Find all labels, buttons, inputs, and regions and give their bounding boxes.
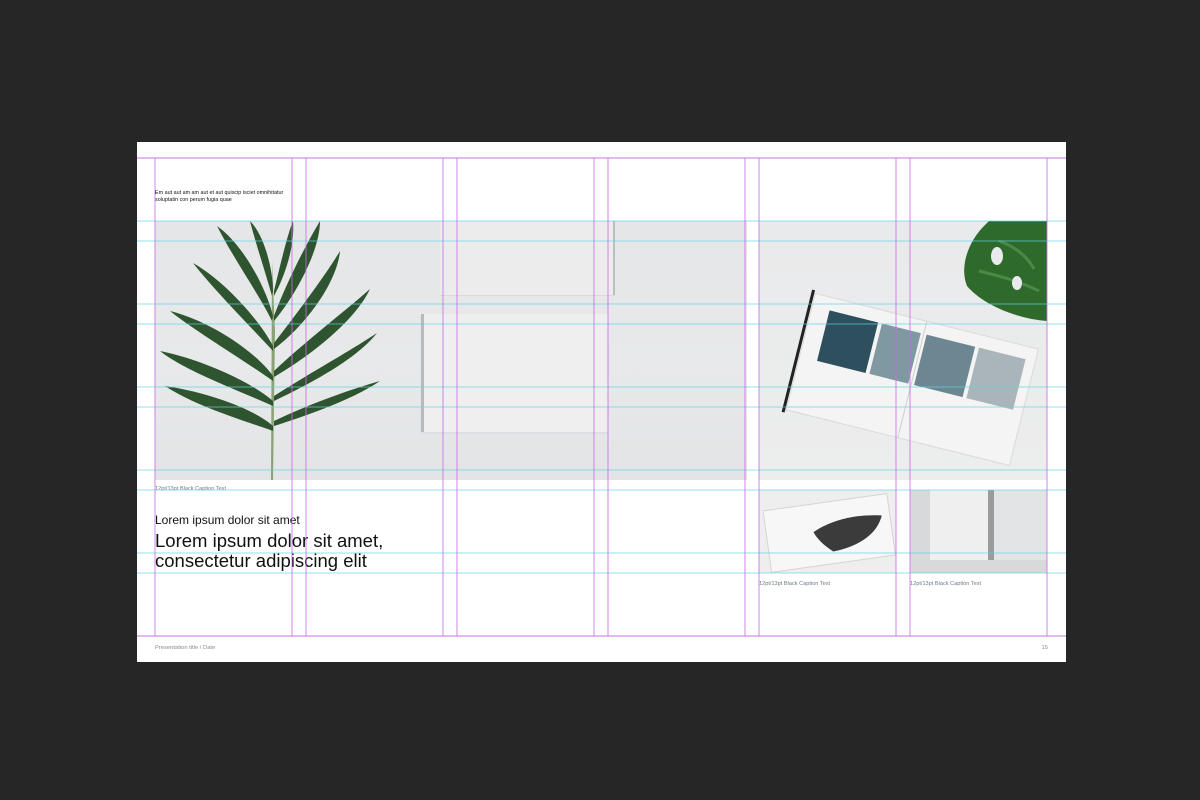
heading: Lorem ipsum dolor sit amet, consectetur … [155,530,384,571]
page-number: 15 [1041,645,1048,651]
right-photo [759,221,1047,480]
main-caption: 12pt/13pt Black Caption Text [155,486,227,492]
thumbnail-magazine [759,490,896,573]
monstera-leaf [964,221,1047,321]
thumb-caption-a: 12pt/13pt Black Caption Text [759,581,831,587]
thumbnail-booklet [910,490,1047,573]
subheading: Lorem ipsum dolor sit amet [155,513,300,527]
thumb-caption-b: 12pt/13pt Black Caption Text [910,581,982,587]
intro-paragraph: Em aut aut am am aut et aut quiscip isci… [155,190,284,203]
main-photo [155,221,747,480]
footer-presentation-title: Presentation title / Date [155,645,216,651]
magazine-image [781,221,1047,467]
presentation-slide: Em aut aut am am aut et aut quiscip isci… [137,142,1066,662]
blank-card-bottom [421,314,608,432]
blank-card-top [440,221,615,296]
